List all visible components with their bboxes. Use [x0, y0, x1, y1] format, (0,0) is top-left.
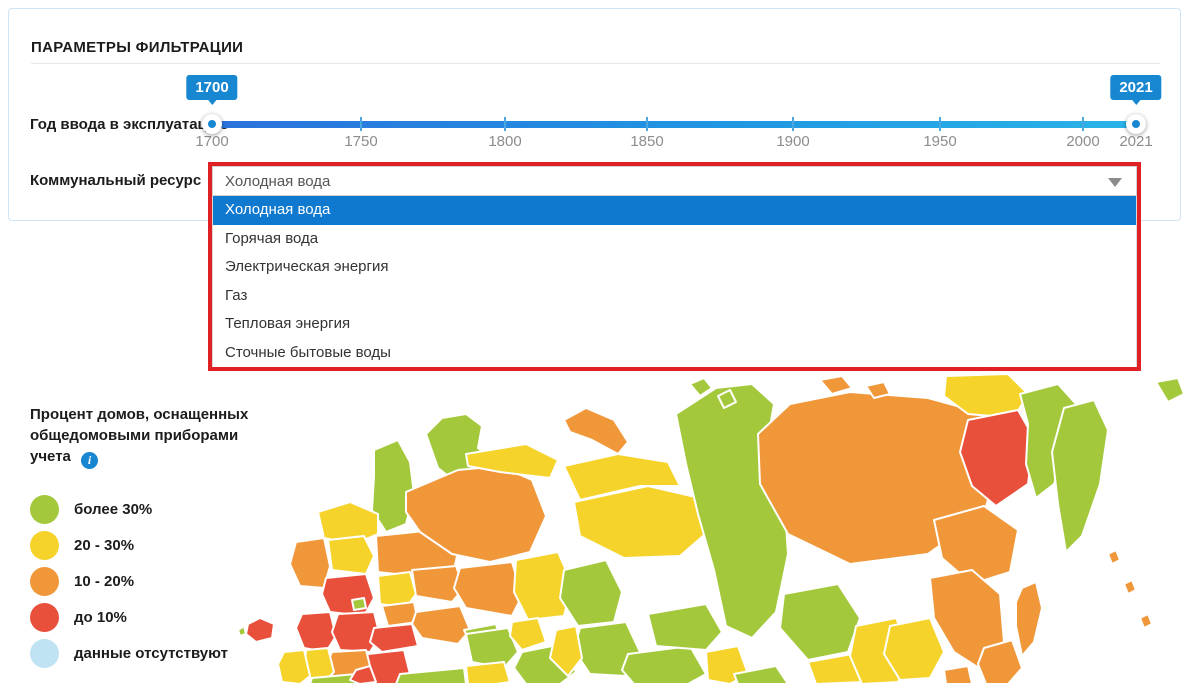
slider-tick — [1082, 117, 1084, 131]
year-range-slider-track[interactable] — [212, 121, 1136, 128]
slider-tick — [939, 117, 941, 131]
map-region[interactable] — [560, 560, 622, 626]
slider-tick-label: 1800 — [488, 133, 521, 150]
legend-swatch-nodata — [30, 639, 59, 668]
map-legend: Процент домов, оснащенных общедомовыми п… — [30, 404, 260, 675]
legend-label: 20 - 30% — [74, 537, 134, 554]
legend-label: более 30% — [74, 501, 152, 518]
dropdown-option[interactable]: Газ — [213, 282, 1136, 311]
info-icon[interactable]: i — [81, 452, 98, 469]
dropdown-option[interactable]: Электрическая энергия — [213, 253, 1136, 282]
map-region[interactable] — [238, 626, 246, 636]
slider-tick-label: 1700 — [195, 133, 228, 150]
slider-tick-label: 1950 — [923, 133, 956, 150]
slider-tick-label: 2021 — [1119, 133, 1152, 150]
map-region[interactable] — [352, 598, 366, 610]
legend-item: 20 - 30% — [30, 531, 260, 560]
legend-title-line: общедомовыми приборами — [30, 425, 260, 446]
map-region[interactable] — [648, 604, 722, 650]
slider-tick-label: 2000 — [1066, 133, 1099, 150]
panel-title: ПАРАМЕТРЫ ФИЛЬТРАЦИИ — [31, 39, 243, 56]
legend-title-line: учета i — [30, 446, 260, 469]
dropdown-option[interactable]: Тепловая энергия — [213, 310, 1136, 339]
chevron-down-icon — [1108, 178, 1122, 187]
slider-tick — [646, 117, 648, 131]
map-region[interactable] — [1108, 550, 1120, 564]
slider-tooltip-max: 2021 — [1110, 75, 1161, 100]
slider-tick-label: 1900 — [776, 133, 809, 150]
legend-label: до 10% — [74, 609, 127, 626]
legend-label: данные отсутствуют — [74, 645, 228, 662]
map-region[interactable] — [278, 650, 310, 684]
slider-tooltip-min: 1700 — [186, 75, 237, 100]
legend-swatch-yellow — [30, 531, 59, 560]
slider-handle-dot — [208, 120, 216, 128]
slider-handle-dot — [1132, 120, 1140, 128]
legend-item: 10 - 20% — [30, 567, 260, 596]
legend-label: 10 - 20% — [74, 573, 134, 590]
year-slider-label: Год ввода в эксплуатацию — [30, 116, 229, 133]
resource-dropdown-list: Холодная водаГорячая водаЭлектрическая э… — [212, 196, 1137, 368]
map-region[interactable] — [564, 408, 628, 454]
panel-divider — [31, 63, 1160, 64]
map-region[interactable] — [466, 662, 510, 684]
map-region[interactable] — [246, 618, 274, 642]
dropdown-option[interactable]: Горячая вода — [213, 225, 1136, 254]
map-region[interactable] — [296, 612, 336, 652]
map-region[interactable] — [1156, 378, 1184, 402]
map-region[interactable] — [780, 584, 860, 660]
legend-swatch-orange — [30, 567, 59, 596]
legend-title-line: Процент домов, оснащенных — [30, 404, 260, 425]
map-region[interactable] — [1016, 582, 1042, 656]
slider-handle-max[interactable] — [1126, 114, 1146, 134]
slider-tick — [360, 117, 362, 131]
legend-items: более 30% 20 - 30% 10 - 20% до 10% данные от… — [30, 495, 260, 668]
resource-select[interactable]: Холодная вода — [212, 166, 1137, 196]
map-region[interactable] — [454, 562, 522, 616]
slider-tick-label: 1750 — [344, 133, 377, 150]
map-region[interactable] — [322, 574, 374, 616]
slider-tick — [504, 117, 506, 131]
map-region[interactable] — [290, 538, 330, 588]
legend-swatch-green — [30, 495, 59, 524]
map-region[interactable] — [1124, 580, 1136, 594]
map-region[interactable] — [412, 606, 470, 644]
legend-item: до 10% — [30, 603, 260, 632]
map-region[interactable] — [820, 376, 852, 394]
legend-title-line-text: учета — [30, 448, 71, 465]
slider-handle-min[interactable] — [202, 114, 222, 134]
map-region[interactable] — [328, 536, 374, 574]
slider-tick — [792, 117, 794, 131]
russia-map — [228, 372, 1189, 684]
dropdown-option[interactable]: Холодная вода — [213, 196, 1136, 225]
legend-item: данные отсутствуют — [30, 639, 260, 668]
map-region[interactable] — [944, 666, 972, 684]
resource-label: Коммунальный ресурс — [30, 172, 201, 189]
dropdown-option[interactable]: Сточные бытовые воды — [213, 339, 1136, 368]
legend-swatch-red — [30, 603, 59, 632]
map-region[interactable] — [1140, 614, 1152, 628]
legend-item: более 30% — [30, 495, 260, 524]
slider-tick-label: 1850 — [630, 133, 663, 150]
map-region[interactable] — [1052, 400, 1108, 552]
resource-select-value: Холодная вода — [225, 173, 330, 190]
map-region[interactable] — [370, 624, 418, 652]
